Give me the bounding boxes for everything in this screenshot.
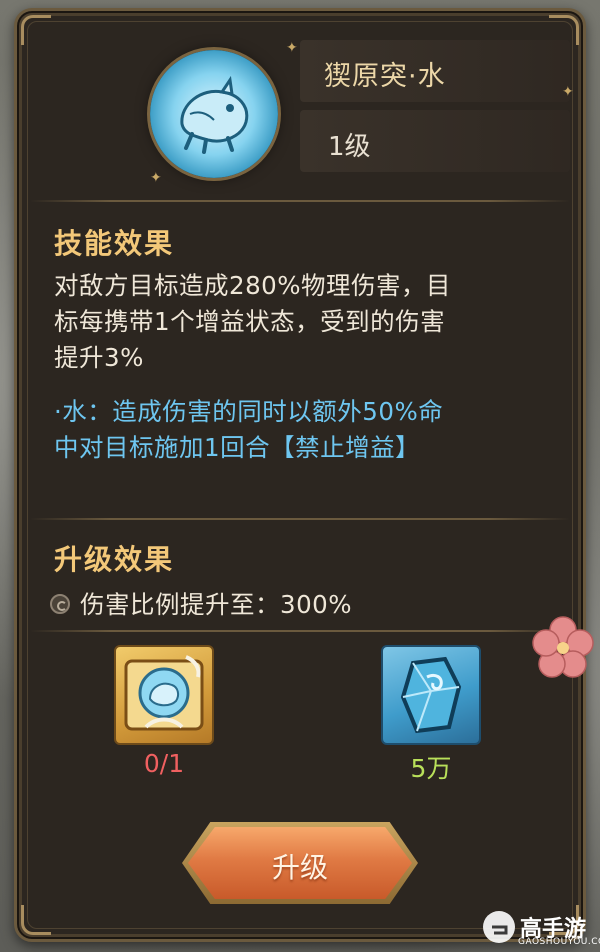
crystal-cost-count: 5万 [410,754,452,783]
section-divider [30,630,570,632]
effect-description: 对敌方目标造成280%物理伤害，目 标每携带1个增益状态，受到的伤害 提升3% [54,268,564,376]
effect-line: 提升3% [54,343,144,372]
sparkle-icon: ✦ [562,84,574,100]
water-crystal-icon[interactable] [381,645,481,745]
upgrade-description: 伤害比例提升至：300% [80,590,353,619]
panel-corner [21,15,51,45]
upgrade-button-label: 升级 [271,851,328,884]
water-effect-description: ·水：造成伤害的同时以额外50%命 中对目标施加1回合【禁止增益】 [54,394,564,466]
skill-scroll-icon[interactable] [114,645,214,745]
skill-level: 1级 [328,132,371,162]
skill-name: 猰原突·水 [324,61,446,92]
water-beast-icon [150,50,278,178]
plum-blossom-icon [532,616,594,678]
scroll-cost-count: 0/1 [143,749,185,778]
effect-title: 技能效果 [54,227,175,260]
sparkle-icon: ✦ [286,40,298,56]
effect-line: 标每携带1个增益状态，受到的伤害 [54,307,446,336]
sparkle-icon: ✦ [150,170,162,186]
upgrade-title: 升级效果 [54,543,175,576]
upgrade-button[interactable]: 升级 [182,822,418,904]
panel-corner [21,905,51,935]
section-divider [30,518,570,520]
watermark-subtext: GAOSHOUYOU.COM [518,937,600,947]
water-effect-line: ·水：造成伤害的同时以额外50%命 [54,397,444,426]
swirl-bullet-icon [50,594,70,614]
water-effect-line: 中对目标施加1回合【禁止增益】 [54,433,421,462]
section-divider [30,200,570,202]
effect-line: 对敌方目标造成280%物理伤害，目 [54,271,452,300]
